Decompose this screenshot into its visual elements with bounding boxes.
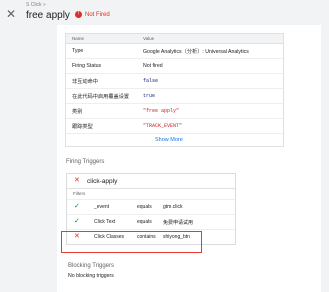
property-value: Google Analytics（分析）: Universal Analytic… <box>143 49 249 55</box>
filter-value: gtm.click <box>163 204 183 210</box>
property-value: false <box>143 78 159 84</box>
filter-variable: Click Text <box>94 219 116 225</box>
filter-row: ✓ Click Text equals 免费申请试用 <box>67 214 235 229</box>
filter-operator: equals <box>137 219 152 225</box>
no-blocking-triggers-text: No blocking triggers <box>68 273 114 279</box>
property-key: 跟踪类型 <box>72 124 93 130</box>
show-more-row: Show More <box>66 134 283 146</box>
properties-table-header: Name Value <box>66 34 283 44</box>
error-icon: ! <box>75 11 82 18</box>
property-value: "free apply" <box>143 108 180 114</box>
trigger-header[interactable]: ✕ click-apply <box>67 174 235 189</box>
property-key: 类别 <box>72 109 83 115</box>
filters-label-row: Filters <box>67 189 235 199</box>
property-key: 在此代码中启用覆盖设置 <box>72 94 130 100</box>
page-title: free apply <box>26 10 70 21</box>
property-key: 非互动命中 <box>72 79 98 85</box>
filter-variable: _event <box>94 204 110 210</box>
table-row: 类别 "free apply" <box>66 104 283 119</box>
table-row: Firing Status Not fired <box>66 59 283 74</box>
trigger-name: click-apply <box>87 178 118 185</box>
filter-operator: equals <box>137 204 152 210</box>
filter-row: ✓ _event equals gtm.click <box>67 199 235 214</box>
show-more-link[interactable]: Show More <box>155 137 183 143</box>
status-text: Not Fired <box>85 11 110 18</box>
property-value: Not fired <box>143 63 163 69</box>
close-icon[interactable]: ✕ <box>6 8 16 20</box>
check-icon: ✓ <box>74 218 80 225</box>
property-key: Firing Status <box>72 63 102 69</box>
property-value: "TRACK_EVENT" <box>143 123 183 129</box>
check-icon: ✓ <box>74 203 80 210</box>
property-value: true <box>143 93 156 99</box>
fail-x-icon: ✕ <box>74 177 80 184</box>
firing-triggers-title: Firing Triggers <box>66 159 105 165</box>
table-row: Type Google Analytics（分析）: Universal Ana… <box>66 44 283 59</box>
properties-table: Name Value Type Google Analytics（分析）: Un… <box>65 33 284 147</box>
name-column-header: Name <box>72 36 85 41</box>
table-row: 在此代码中启用覆盖设置 true <box>66 89 283 104</box>
table-row: 非互动命中 false <box>66 74 283 89</box>
filters-label: Filters <box>73 191 86 196</box>
status-badge: ! Not Fired <box>75 11 110 18</box>
blocking-triggers-title: Blocking Triggers <box>68 263 115 269</box>
breadcrumb: S Click » <box>26 2 46 8</box>
property-key: Type <box>72 48 84 54</box>
table-row: 跟踪类型 "TRACK_EVENT" <box>66 119 283 134</box>
failed-filter-highlight <box>61 231 202 253</box>
value-column-header: Value <box>143 36 155 41</box>
filter-value: 免费申请试用 <box>163 220 194 226</box>
